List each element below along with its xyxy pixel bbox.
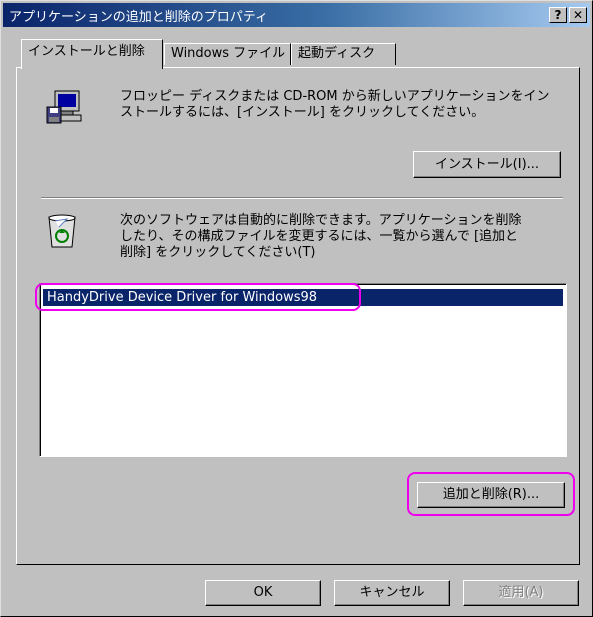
ok-button[interactable]: OK <box>205 580 321 606</box>
remove-description-line2: したり、その構成ファイルを変更するには、一覧から選んで [追加と <box>120 229 519 244</box>
section-divider <box>41 197 563 199</box>
properties-dialog: アプリケーションの追加と削除のプロパティ ? ✕ インストールと削除 Windo… <box>0 0 593 617</box>
apply-button[interactable]: 適用(A) <box>463 580 579 606</box>
cancel-button[interactable]: キャンセル <box>334 580 450 606</box>
install-description-line1: フロッピー ディスクまたは CD-ROM から新しいアプリケーションをイン <box>120 89 550 104</box>
tab-windows-files[interactable]: Windows ファイル <box>164 43 291 65</box>
install-button[interactable]: インストール(I)... <box>413 151 561 178</box>
floppy-computer-icon <box>46 90 82 124</box>
tab-install-remove[interactable]: インストールと削除 <box>21 39 163 69</box>
close-icon[interactable]: ✕ <box>569 7 587 23</box>
title-bar[interactable]: アプリケーションの追加と削除のプロパティ ? ✕ <box>3 3 590 27</box>
tab-startup-disk[interactable]: 起動ディスク <box>291 43 396 65</box>
list-item-highlight <box>35 283 361 311</box>
recycle-bin-icon <box>48 214 76 248</box>
help-icon[interactable]: ? <box>549 7 567 23</box>
window-title: アプリケーションの追加と削除のプロパティ <box>9 10 268 25</box>
remove-description-line3: 削除] をクリックしてください(T) <box>120 245 316 260</box>
remove-description-line1: 次のソフトウェアは自動的に削除できます。アプリケーションを削除 <box>120 213 522 228</box>
add-remove-highlight <box>407 472 575 516</box>
install-description-line2: ストールするには、[インストール] をクリックしてください。 <box>120 105 485 120</box>
